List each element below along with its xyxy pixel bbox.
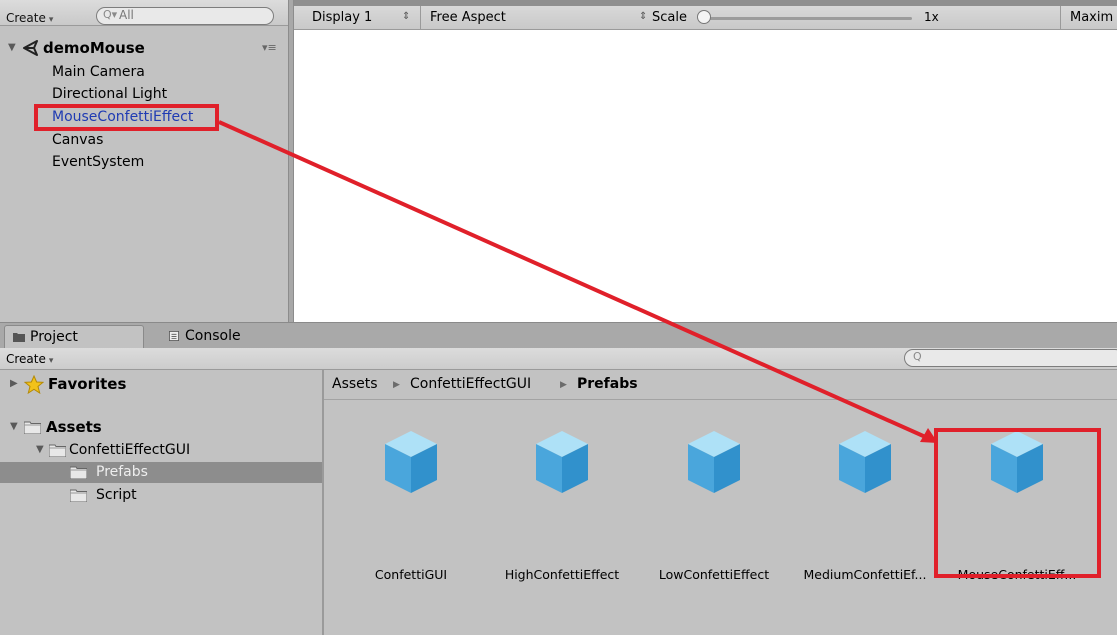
- expand-triangle-icon[interactable]: ▼: [10, 417, 18, 437]
- game-toolbar: Display 1 ⇕ Free Aspect ⇕ Scale 1x Maxim: [294, 0, 1117, 30]
- hierarchy-item-label: EventSystem: [52, 154, 145, 170]
- unity-scene-icon: [23, 40, 38, 56]
- scale-slider-handle[interactable]: [697, 10, 711, 24]
- asset-name: HighConfettiEffect: [504, 567, 620, 582]
- asset-item[interactable]: ConfettiGUI: [341, 429, 481, 582]
- hierarchy-search-placeholder: All: [119, 8, 134, 22]
- asset-name: LowConfettiEffect: [658, 567, 770, 582]
- annotation-highlight-box: [934, 428, 1101, 578]
- hierarchy-create-label: Create: [6, 11, 46, 25]
- game-render-area[interactable]: [294, 30, 1117, 322]
- project-tab-bar: Project Console: [0, 322, 1117, 349]
- search-icon: Q▾: [103, 8, 118, 21]
- scale-label: Scale: [652, 10, 687, 25]
- aspect-dropdown[interactable]: Free Aspect: [430, 10, 506, 25]
- toolbar-top-strip: [294, 0, 1117, 6]
- scene-name: demoMouse: [43, 39, 145, 57]
- confetti-folder-label: ConfettiEffectGUI: [69, 442, 191, 458]
- display-updown-icon: ⇕: [402, 11, 411, 22]
- breadcrumb: Assets ▶ ConfettiEffectGUI ▶ Prefabs: [324, 370, 1117, 400]
- hierarchy-search-input[interactable]: Q▾ All: [96, 7, 274, 25]
- annotation-highlight-box: [34, 104, 219, 131]
- folder-icon: [70, 466, 87, 479]
- search-icon: Q: [913, 350, 922, 363]
- script-folder-label: Script: [96, 487, 137, 503]
- display-dropdown[interactable]: Display 1: [312, 10, 372, 25]
- hierarchy-item[interactable]: Canvas: [52, 130, 103, 150]
- hierarchy-item[interactable]: Main Camera: [52, 62, 145, 82]
- separator: [1060, 6, 1061, 30]
- scale-value: 1x: [924, 10, 939, 24]
- tab-project-label: Project: [30, 329, 78, 345]
- asset-item[interactable]: LowConfettiEffect: [644, 429, 784, 582]
- asset-name: MediumConfettiEf...: [803, 567, 927, 582]
- project-create-button[interactable]: Create ▾: [6, 352, 53, 366]
- breadcrumb-arrow-icon: ▶: [393, 380, 400, 390]
- scene-options-menu-icon[interactable]: ▾≡: [262, 41, 277, 54]
- folder-icon: [13, 333, 25, 342]
- expand-triangle-icon[interactable]: ▼: [8, 38, 16, 58]
- expand-triangle-icon[interactable]: ▶: [10, 374, 18, 394]
- hierarchy-item-label: Canvas: [52, 132, 104, 148]
- asset-item[interactable]: HighConfettiEffect: [492, 429, 632, 582]
- prefab-cube-icon: [385, 431, 437, 493]
- hierarchy-item[interactable]: EventSystem: [52, 152, 144, 172]
- dropdown-caret-icon: ▾: [48, 356, 54, 366]
- project-folder-tree: [0, 370, 322, 635]
- breadcrumb-item[interactable]: ConfettiEffectGUI: [410, 376, 531, 392]
- tab-project[interactable]: Project: [4, 325, 144, 349]
- prefab-cube-icon: [688, 431, 740, 493]
- favorites-label: Favorites: [48, 375, 127, 393]
- hierarchy-item-label: Directional Light: [52, 86, 168, 102]
- project-create-label: Create: [6, 352, 46, 366]
- breadcrumb-arrow-icon: ▶: [560, 380, 567, 390]
- expand-triangle-icon[interactable]: ▼: [36, 440, 44, 460]
- breadcrumb-item-current[interactable]: Prefabs: [577, 376, 638, 392]
- folder-icon: [49, 444, 66, 457]
- dropdown-caret-icon: ▾: [48, 15, 54, 25]
- prefab-cube-icon: [536, 431, 588, 493]
- hierarchy-item[interactable]: Directional Light: [52, 84, 167, 104]
- asset-name: ConfettiGUI: [374, 567, 448, 582]
- star-icon: [24, 375, 44, 394]
- folder-icon: [70, 489, 87, 502]
- assets-label: Assets: [46, 418, 102, 436]
- folder-icon: [24, 421, 41, 434]
- tab-console[interactable]: Console: [160, 325, 270, 349]
- hierarchy-toolbar: Create ▾ Q▾ All: [0, 0, 290, 26]
- breadcrumb-item[interactable]: Assets: [332, 376, 378, 392]
- aspect-updown-icon: ⇕: [639, 11, 648, 22]
- maximize-on-play-toggle[interactable]: Maxim: [1070, 10, 1113, 25]
- separator: [420, 6, 421, 30]
- prefab-cube-icon: [839, 431, 891, 493]
- project-search-input[interactable]: Q: [904, 349, 1117, 367]
- prefabs-folder-label: Prefabs: [96, 464, 148, 480]
- hierarchy-item-label: Main Camera: [52, 64, 145, 80]
- scale-slider[interactable]: [707, 17, 912, 20]
- tab-console-label: Console: [185, 328, 241, 344]
- selected-folder-highlight: [0, 462, 322, 483]
- hierarchy-create-button[interactable]: Create ▾: [6, 11, 53, 25]
- asset-item[interactable]: MediumConfettiEf...: [795, 429, 935, 582]
- console-icon: [169, 331, 179, 341]
- project-toolbar: Create ▾ Q: [0, 348, 1117, 370]
- hierarchy-panel: Create ▾ Q▾ All ▼ demoMouse ▾≡ Main Camer…: [0, 0, 290, 322]
- game-view: Display 1 ⇕ Free Aspect ⇕ Scale 1x Maxim: [294, 0, 1117, 322]
